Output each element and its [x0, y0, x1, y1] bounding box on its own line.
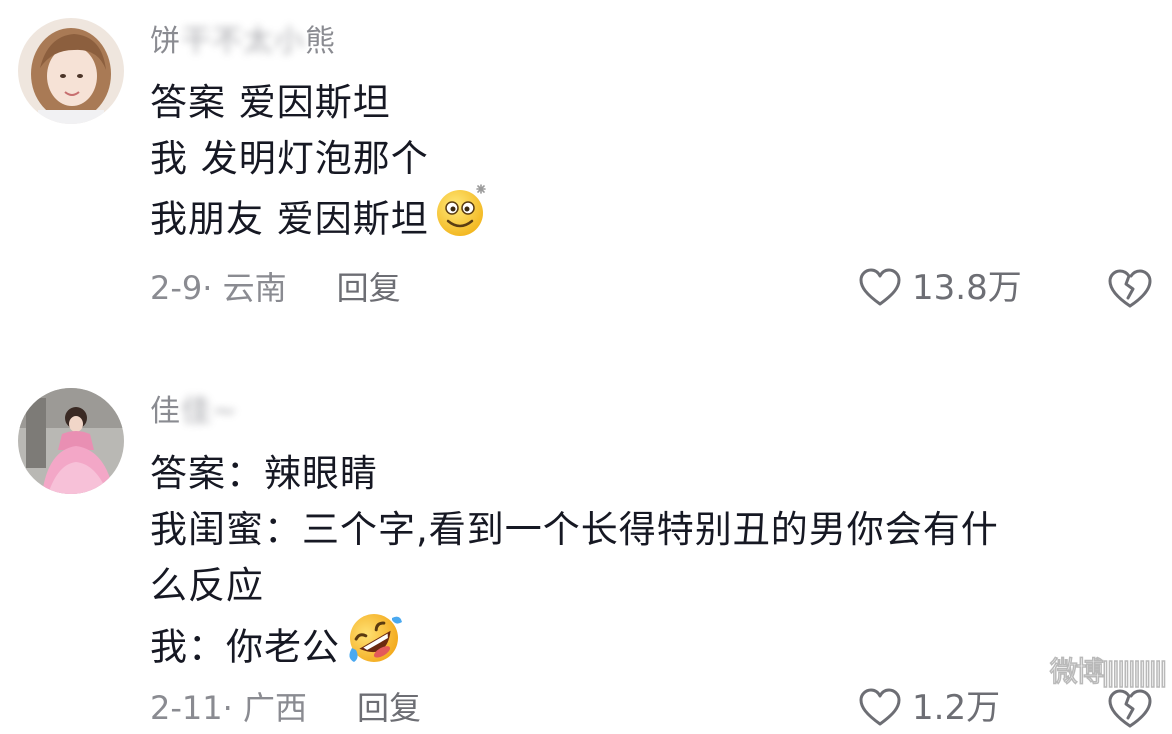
comment-meta: 2-9· 云南 回复 [150, 268, 401, 308]
comment-line-with-emoji: 我朋友 爱因斯坦 [150, 184, 1152, 255]
username-suffix: 熊 [305, 24, 336, 59]
rofl-emoji [344, 608, 404, 684]
dislike-button[interactable] [1106, 268, 1154, 314]
username-blurred: 干不太小 [181, 24, 305, 59]
username-prefix: 饼 [150, 24, 181, 59]
username[interactable]: 佳佳~ [150, 392, 238, 432]
date-location: 2-11· 广西 [150, 689, 307, 727]
heart-outline-icon [859, 268, 901, 306]
username-blurred: 佳~ [181, 394, 239, 429]
date-location: 2-9· 云南 [150, 269, 287, 307]
comment-item: 饼干不太小熊 答案 爱因斯坦 我 发明灯泡那个 我朋友 爱因斯坦 2-9· 云南… [0, 0, 1172, 340]
comment-line: 答案：辣眼睛 [150, 452, 378, 495]
comment-line: 我闺蜜：三个字,看到一个长得特别丑的男你会有什 [150, 508, 999, 551]
reply-button[interactable]: 回复 [357, 689, 421, 727]
avatar[interactable] [18, 18, 124, 124]
broken-heart-icon [1108, 689, 1152, 728]
comment-line: 么反应 [150, 564, 264, 607]
dislike-button[interactable] [1106, 688, 1154, 734]
username[interactable]: 饼干不太小熊 [150, 22, 336, 62]
like-button[interactable]: 1.2万 [858, 688, 1000, 728]
username-prefix: 佳 [150, 394, 181, 429]
comment-line: 我朋友 爱因斯坦 [150, 197, 429, 241]
comment-line: 我：你老公 [150, 625, 340, 669]
dizzy-smile-emoji [433, 181, 491, 255]
comment-meta: 2-11· 广西 回复 [150, 688, 421, 728]
comment-text: 答案 爱因斯坦 我 发明灯泡那个 我朋友 爱因斯坦 [150, 75, 1152, 255]
like-count: 1.2万 [912, 688, 1001, 728]
reply-button[interactable]: 回复 [337, 269, 401, 307]
like-button[interactable]: 13.8万 [858, 268, 1022, 308]
heart-outline-icon [859, 688, 901, 726]
weibo-watermark: 微博|||||||||||| [1049, 655, 1168, 688]
broken-heart-icon [1108, 269, 1152, 308]
comment-line: 我 发明灯泡那个 [150, 137, 429, 180]
comment-text: 答案：辣眼睛 我闺蜜：三个字,看到一个长得特别丑的男你会有什 么反应 我：你老公 [150, 446, 1152, 684]
comment-line: 答案 爱因斯坦 [150, 81, 391, 124]
avatar[interactable] [18, 388, 124, 494]
like-count: 13.8万 [912, 268, 1022, 308]
